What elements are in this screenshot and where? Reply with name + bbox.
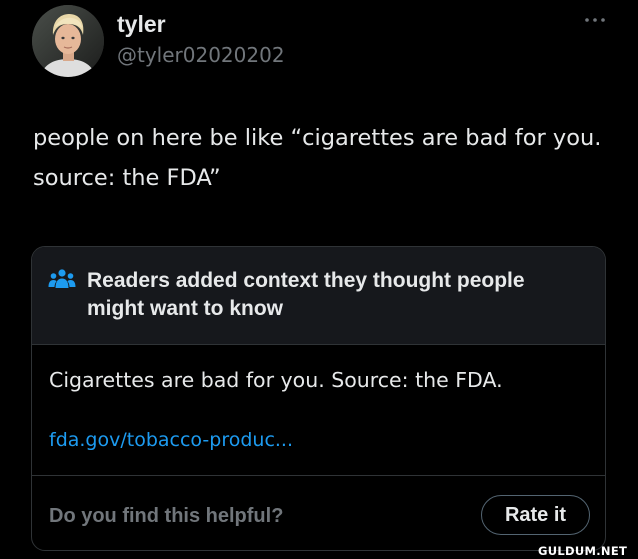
avatar[interactable] <box>32 5 104 77</box>
community-note-header: Readers added context they thought peopl… <box>32 247 605 345</box>
community-note-card: Readers added context they thought peopl… <box>31 246 606 551</box>
rate-it-button[interactable]: Rate it <box>481 495 590 535</box>
community-note-source-link[interactable]: fda.gov/tobacco-produc... <box>49 427 293 453</box>
author-display-name[interactable]: tyler <box>117 10 166 38</box>
helpful-question: Do you find this helpful? <box>49 505 284 527</box>
people-group-icon <box>48 269 76 288</box>
tweet-text: people on here be like “cigarettes are b… <box>33 125 602 191</box>
watermark: GULDUM.NET <box>538 544 628 558</box>
community-note-body: Cigarettes are bad for you. Source: the … <box>49 368 503 392</box>
divider <box>32 475 605 476</box>
author-handle[interactable]: @tyler02020202 <box>117 42 285 68</box>
community-note-title: Readers added context they thought peopl… <box>87 269 525 320</box>
more-options-icon[interactable] <box>583 12 607 28</box>
avatar-image <box>32 5 104 77</box>
